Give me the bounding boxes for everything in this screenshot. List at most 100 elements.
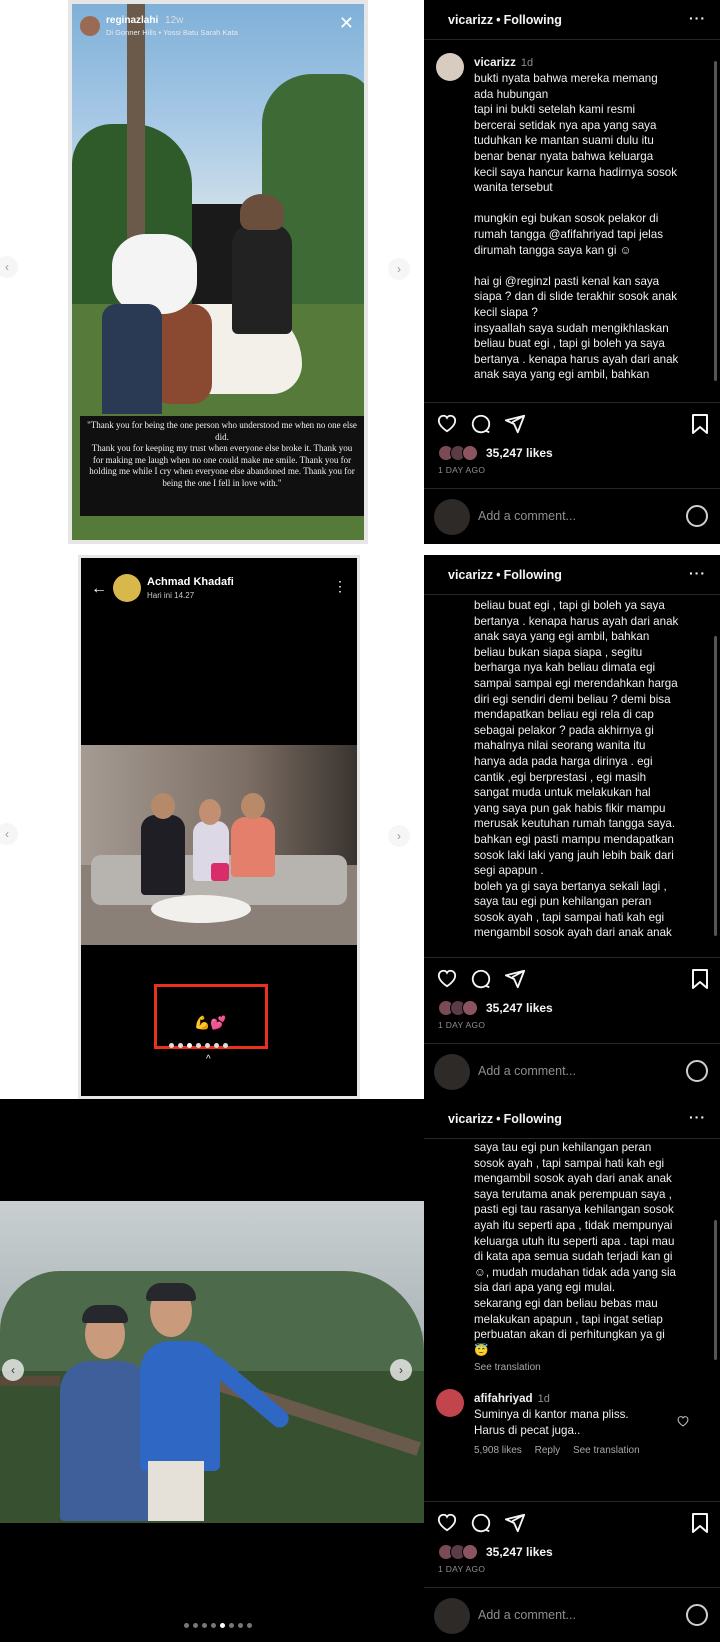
caption-time: 1d [520, 57, 534, 69]
comment-item: afifahriyad 1d Suminya di kantor mana pli… [436, 1389, 702, 1456]
couple-photo [0, 1201, 424, 1523]
header-username[interactable]: vicarizz [448, 1112, 493, 1126]
previous-arrow-icon[interactable]: ‹ [0, 823, 18, 845]
previous-arrow-icon[interactable]: ‹ [2, 1359, 24, 1381]
comment-heart-icon[interactable] [676, 1415, 690, 1427]
chat-photo [81, 745, 357, 945]
comment-likes[interactable]: 5,908 likes [474, 1445, 522, 1456]
post-panel-3: ‹ › vicarizz • Following ··· saya tau eg… [0, 1099, 720, 1642]
next-arrow-icon[interactable]: › [390, 1359, 412, 1381]
comment-composer: Add a comment... [424, 488, 720, 544]
close-icon[interactable]: ✕ [339, 14, 354, 32]
caption-username[interactable]: vicarizz [474, 56, 516, 69]
reply-button[interactable]: Reply [535, 1445, 561, 1456]
post-date: 1 DAY AGO [438, 465, 486, 475]
post-media: reginazlahi 12w Di Gonner Hills • Yossi … [0, 0, 424, 544]
story-time: 12w [165, 15, 184, 26]
bookmark-icon[interactable] [690, 1512, 710, 1534]
emoji-icon[interactable] [686, 505, 708, 527]
scrollbar[interactable] [714, 1220, 717, 1360]
liker-avatars [438, 445, 482, 461]
liker-avatars [438, 1544, 482, 1560]
caption-scroll[interactable]: saya tau egi pun kehilangan peran sosok … [424, 1140, 720, 1500]
chat-page-dots [169, 1043, 228, 1048]
more-options-icon[interactable]: ··· [689, 10, 706, 26]
post-panel-1: reginazlahi 12w Di Gonner Hills • Yossi … [0, 0, 720, 544]
see-translation-link[interactable]: See translation [474, 1362, 702, 1373]
more-options-icon[interactable]: ··· [689, 565, 706, 581]
following-button[interactable]: Following [504, 13, 562, 27]
comment-input[interactable]: Add a comment... [478, 1064, 576, 1078]
bookmark-icon[interactable] [690, 413, 710, 435]
caption-scroll[interactable]: beliau buat egi , tapi gi boleh ya saya … [424, 596, 720, 957]
post-media: ← Achmad Khadafi Hari ini 14.27 ⋮ 💪💕 ^ ‹… [0, 555, 424, 1099]
following-button[interactable]: Following [504, 568, 562, 582]
post-header: vicarizz • Following ··· [424, 0, 720, 40]
commenter-username[interactable]: afifahriyad [474, 1392, 533, 1405]
post-actions: 35,247 likes 1 DAY AGO [424, 957, 720, 1043]
liker-avatars [438, 1000, 482, 1016]
header-username[interactable]: vicarizz [448, 13, 493, 27]
comment-icon[interactable] [470, 413, 492, 435]
story-username: reginazlahi [106, 15, 159, 26]
commenter-avatar[interactable] [436, 1389, 464, 1418]
emoji-icon[interactable] [686, 1604, 708, 1626]
caption-text: saya tau egi pun kehilangan peran sosok … [474, 1141, 676, 1357]
likes-row[interactable]: 35,247 likes [438, 1000, 553, 1016]
post-sidebar: vicarizz • Following ··· beliau buat egi… [424, 555, 720, 1099]
post-header: vicarizz • Following ··· [424, 1099, 720, 1139]
emoji-icon[interactable] [686, 1060, 708, 1082]
scrollbar[interactable] [714, 61, 717, 381]
likes-count[interactable]: 35,247 likes [486, 1001, 553, 1015]
chat-avatar [113, 574, 141, 602]
post-media: ‹ › [0, 1099, 424, 1642]
chat-menu-icon[interactable]: ⋮ [333, 578, 347, 595]
chat-time: Hari ini 14.27 [147, 591, 195, 600]
comment-text: Suminya di kantor mana pliss. Harus di p… [474, 1408, 629, 1437]
caption-scroll[interactable]: vicarizz 1d bukti nyata bahwa mereka mema… [424, 41, 720, 401]
likes-count[interactable]: 35,247 likes [486, 446, 553, 460]
likes-row[interactable]: 35,247 likes [438, 1544, 553, 1560]
comment-input[interactable]: Add a comment... [478, 1608, 576, 1622]
share-icon[interactable] [504, 413, 526, 435]
more-options-icon[interactable]: ··· [689, 1109, 706, 1125]
scrollbar[interactable] [714, 636, 717, 936]
heart-icon[interactable] [436, 968, 458, 988]
story-screenshot: reginazlahi 12w Di Gonner Hills • Yossi … [68, 0, 368, 544]
bookmark-icon[interactable] [690, 968, 710, 990]
post-actions: 35,247 likes 1 DAY AGO [424, 1501, 720, 1587]
likes-row[interactable]: 35,247 likes [438, 445, 553, 461]
comment-translate-link[interactable]: See translation [573, 1445, 640, 1456]
user-avatar [434, 1598, 470, 1634]
chevron-up-icon[interactable]: ^ [206, 1054, 211, 1065]
story-quote: "Thank you for being the one person who … [80, 416, 364, 516]
next-arrow-icon[interactable]: › [388, 258, 410, 280]
previous-arrow-icon[interactable]: ‹ [0, 256, 18, 278]
post-sidebar: vicarizz • Following ··· saya tau egi pu… [424, 1099, 720, 1642]
back-arrow-icon[interactable]: ← [91, 580, 107, 598]
user-avatar [434, 499, 470, 535]
caption-avatar[interactable] [436, 53, 464, 81]
likes-count[interactable]: 35,247 likes [486, 1545, 553, 1559]
post-header: vicarizz • Following ··· [424, 555, 720, 595]
carousel-dots [184, 1623, 252, 1628]
comment-icon[interactable] [470, 968, 492, 990]
following-button[interactable]: Following [504, 1112, 562, 1126]
comment-time: 1d [537, 1393, 550, 1406]
heart-icon[interactable] [436, 1512, 458, 1532]
post-panel-2: ← Achmad Khadafi Hari ini 14.27 ⋮ 💪💕 ^ ‹… [0, 555, 720, 1099]
story-avatar [80, 16, 100, 36]
post-sidebar: vicarizz • Following ··· vicarizz 1d bukt… [424, 0, 720, 544]
story-subtitle: Di Gonner Hills • Yossi Batu Sarah Kata [106, 28, 238, 37]
chat-screenshot: ← Achmad Khadafi Hari ini 14.27 ⋮ 💪💕 ^ [78, 555, 360, 1099]
next-arrow-icon[interactable]: › [388, 825, 410, 847]
heart-icon[interactable] [436, 413, 458, 433]
reaction-highlight-box: 💪💕 [154, 984, 268, 1049]
comment-input[interactable]: Add a comment... [478, 509, 576, 523]
comment-icon[interactable] [470, 1512, 492, 1534]
share-icon[interactable] [504, 968, 526, 990]
share-icon[interactable] [504, 1512, 526, 1534]
caption-text: beliau buat egi , tapi gi boleh ya saya … [474, 599, 679, 940]
post-actions: 35,247 likes 1 DAY AGO [424, 402, 720, 488]
header-username[interactable]: vicarizz [448, 568, 493, 582]
